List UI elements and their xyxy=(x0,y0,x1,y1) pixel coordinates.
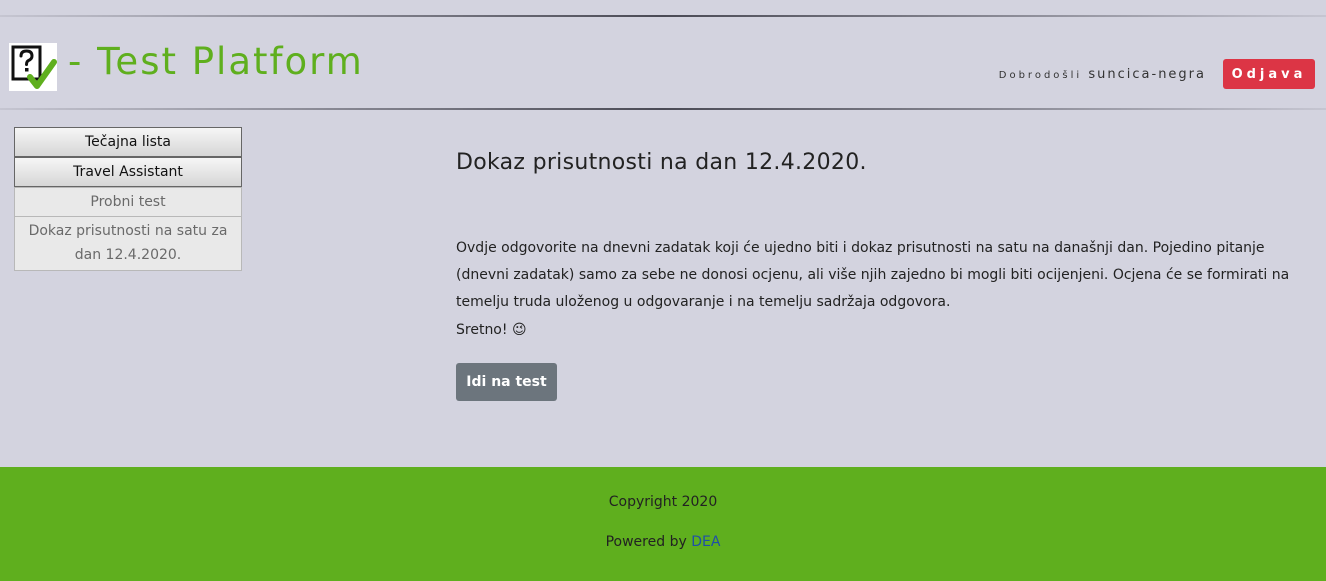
sidebar-item-probni-test[interactable]: Probni test xyxy=(14,187,242,217)
dea-link[interactable]: DEA xyxy=(691,534,720,550)
powered-by: Powered by DEA xyxy=(0,534,1326,550)
copyright-text: Copyright 2020 xyxy=(608,494,718,510)
sidebar-item-dokaz-prisutnosti[interactable]: Dokaz prisutnosti na satu za dan 12.4.20… xyxy=(14,217,242,271)
task-description: Ovdje odgovorite na dnevni zadatak koji … xyxy=(456,240,1290,310)
go-to-test-button[interactable]: Idi na test xyxy=(456,363,557,401)
brand-title: - Test Platform xyxy=(68,40,364,83)
username: suncica-negra xyxy=(1088,67,1206,82)
sidebar-item-tecajna-lista[interactable]: Tečajna lista xyxy=(14,127,242,157)
closing-message: Sretno! 😉 xyxy=(456,322,527,338)
logout-button[interactable]: Odjava xyxy=(1223,59,1315,89)
main-content: Dokaz prisutnosti na dan 12.4.2020. Ovdj… xyxy=(456,150,1306,401)
logo-question-check-icon xyxy=(9,43,57,91)
wink-emoji-icon: 😉 xyxy=(511,322,527,338)
sidebar-item-travel-assistant[interactable]: Travel Assistant xyxy=(14,157,242,187)
welcome-message: Dobrodošli suncica-negra xyxy=(999,67,1206,82)
header-top-divider xyxy=(0,15,1326,17)
header-bottom-divider xyxy=(0,108,1326,110)
page-title: Dokaz prisutnosti na dan 12.4.2020. xyxy=(456,150,867,175)
sidebar-nav: Tečajna lista Travel Assistant Probni te… xyxy=(14,127,242,271)
welcome-label: Dobrodošli xyxy=(998,70,1083,81)
footer: Copyright 2020 Powered by DEA xyxy=(0,467,1326,581)
closing-text: Sretno! xyxy=(456,322,508,338)
powered-by-label: Powered by xyxy=(605,534,687,550)
